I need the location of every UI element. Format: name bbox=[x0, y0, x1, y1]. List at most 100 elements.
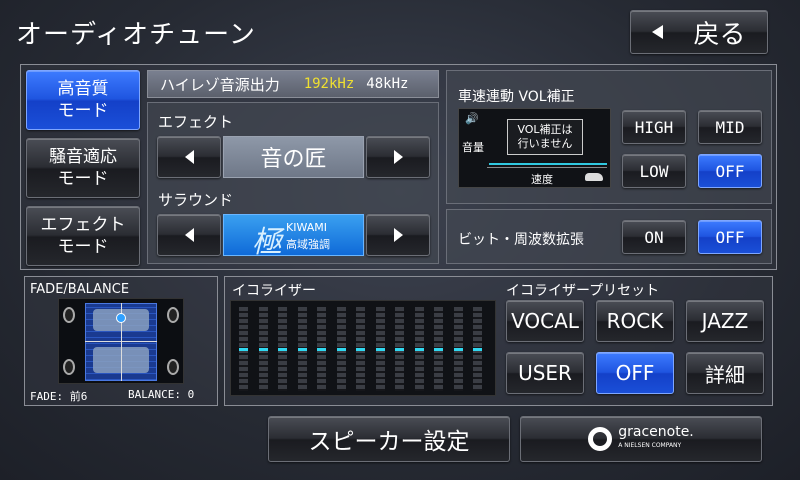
preset-off-button[interactable]: OFF bbox=[596, 352, 674, 394]
graph-baseline bbox=[489, 163, 607, 165]
hires-output-bar: ハイレゾ音源出力 192kHz 48kHz bbox=[147, 70, 439, 98]
bit-ext-on-button[interactable]: ON bbox=[622, 220, 686, 254]
eq-band-1 bbox=[239, 307, 248, 391]
bit-ext-off-button[interactable]: OFF bbox=[698, 220, 762, 254]
eq-band-level bbox=[434, 348, 443, 351]
eq-preset-title: イコライザープリセット bbox=[506, 283, 660, 299]
speed-vol-graph: 🔊 音量 VOL補正は 行いません 速度 bbox=[458, 108, 611, 188]
mode-hi-quality-label1: 高音質 bbox=[57, 79, 109, 99]
eq-band-9 bbox=[395, 307, 404, 391]
mode-hi-quality-label2: モード bbox=[57, 101, 109, 121]
mode-effect-button[interactable]: エフェクト モード bbox=[26, 206, 140, 266]
eq-band-7 bbox=[356, 307, 365, 391]
eq-band-8 bbox=[375, 307, 385, 391]
back-label: 戻る bbox=[693, 19, 746, 50]
eq-band-level bbox=[395, 348, 404, 351]
crosshair-horizontal bbox=[85, 341, 157, 342]
speaker-front-right-icon bbox=[167, 307, 179, 323]
mode-hi-quality-button[interactable]: 高音質 モード bbox=[26, 70, 140, 130]
vol-off-button[interactable]: OFF bbox=[698, 154, 762, 188]
gracenote-logo-icon bbox=[588, 427, 613, 451]
surround-value-display: 極 KIWAMI 高域強調 bbox=[223, 214, 364, 256]
eq-band-4 bbox=[297, 307, 307, 391]
eq-band-level bbox=[297, 348, 307, 351]
eq-band-level bbox=[278, 348, 287, 351]
effect-next-button[interactable] bbox=[366, 136, 430, 178]
hires-192khz[interactable]: 192kHz bbox=[304, 76, 355, 92]
left-arrow-icon bbox=[184, 150, 194, 164]
speaker-rear-right-icon bbox=[167, 359, 179, 375]
mode-effect-label2: モード bbox=[57, 237, 109, 257]
graph-message-box: VOL補正は 行いません bbox=[507, 119, 583, 155]
effect-value: 音の匠 bbox=[260, 147, 327, 172]
mode-noise-adaptive-label2: モード bbox=[57, 169, 109, 189]
eq-band-level bbox=[356, 348, 365, 351]
balance-value: BALANCE: 0 bbox=[128, 388, 195, 401]
equalizer-graph[interactable] bbox=[230, 300, 496, 396]
fade-value: FADE: 前6 bbox=[30, 390, 88, 403]
mode-noise-adaptive-button[interactable]: 騒音適応 モード bbox=[26, 138, 140, 198]
car-icon bbox=[585, 173, 603, 181]
preset-rock-button[interactable]: ROCK bbox=[596, 300, 674, 342]
eq-band-level bbox=[258, 348, 268, 351]
surround-next-button[interactable] bbox=[366, 214, 430, 256]
eq-band-level bbox=[239, 348, 248, 351]
eq-band-10 bbox=[414, 307, 424, 391]
surround-label: サラウンド bbox=[158, 191, 234, 209]
vol-high-button[interactable]: HIGH bbox=[622, 110, 686, 144]
gracenote-name: gracenote. bbox=[618, 424, 694, 440]
preset-jazz-button[interactable]: JAZZ bbox=[686, 300, 764, 342]
eq-band-level bbox=[473, 348, 482, 351]
eq-band-12 bbox=[453, 307, 463, 391]
speaker-front-left-icon bbox=[63, 307, 75, 323]
eq-band-level bbox=[375, 348, 385, 351]
left-arrow-icon bbox=[184, 228, 194, 242]
back-button[interactable]: 戻る bbox=[630, 10, 768, 54]
effect-prev-button[interactable] bbox=[157, 136, 221, 178]
eq-band-level bbox=[336, 348, 346, 351]
graph-axis-y: 音量 bbox=[462, 141, 484, 154]
eq-band-13 bbox=[473, 307, 482, 391]
hires-output-label: ハイレゾ音源出力 bbox=[160, 75, 280, 94]
graph-axis-x: 速度 bbox=[531, 173, 553, 186]
eq-band-level bbox=[317, 348, 326, 351]
vol-low-button[interactable]: LOW bbox=[622, 154, 686, 188]
eq-band-11 bbox=[434, 307, 443, 391]
mode-noise-adaptive-label1: 騒音適応 bbox=[49, 147, 117, 167]
vol-mid-button[interactable]: MID bbox=[698, 110, 762, 144]
speaker-rear-left-icon bbox=[63, 359, 75, 375]
fade-balance-map[interactable] bbox=[58, 298, 184, 384]
mode-effect-label1: エフェクト bbox=[40, 215, 126, 235]
preset-user-button[interactable]: USER bbox=[506, 352, 584, 394]
kiwami-logo-sub: 高域強調 bbox=[286, 238, 330, 251]
preset-detail-button[interactable]: 詳細 bbox=[686, 352, 764, 394]
graph-message-line2: 行いません bbox=[517, 137, 573, 150]
hires-48khz[interactable]: 48kHz bbox=[366, 76, 408, 92]
eq-band-level bbox=[414, 348, 424, 351]
gracenote-button[interactable]: gracenote. A NIELSEN COMPANY bbox=[520, 416, 762, 462]
kiwami-logo-char: 極 bbox=[252, 225, 282, 256]
eq-band-level bbox=[453, 348, 463, 351]
eq-band-3 bbox=[278, 307, 287, 391]
surround-prev-button[interactable] bbox=[157, 214, 221, 256]
listening-point-icon bbox=[116, 313, 126, 323]
eq-band-5 bbox=[317, 307, 326, 391]
page-title: オーディオチューン bbox=[16, 20, 256, 50]
equalizer-title: イコライザー bbox=[232, 283, 316, 299]
eq-band-2 bbox=[258, 307, 268, 391]
speed-vol-label: 車速連動 VOL補正 bbox=[458, 89, 575, 105]
back-arrow-icon bbox=[652, 25, 664, 39]
right-arrow-icon bbox=[393, 228, 403, 242]
bit-ext-label: ビット・周波数拡張 bbox=[458, 232, 584, 248]
graph-x-axis bbox=[487, 167, 607, 168]
graph-message-line1: VOL補正は bbox=[517, 123, 573, 136]
preset-vocal-button[interactable]: VOCAL bbox=[506, 300, 584, 342]
speaker-icon: 🔊 bbox=[465, 112, 479, 125]
effect-value-display: 音の匠 bbox=[223, 136, 364, 178]
eq-band-6 bbox=[336, 307, 346, 391]
gracenote-sub: A NIELSEN COMPANY bbox=[618, 442, 682, 449]
kiwami-logo-name: KIWAMI bbox=[286, 221, 327, 234]
right-arrow-icon bbox=[393, 150, 403, 164]
fade-balance-title: FADE/BALANCE bbox=[30, 282, 130, 297]
speaker-settings-button[interactable]: スピーカー設定 bbox=[268, 416, 510, 462]
